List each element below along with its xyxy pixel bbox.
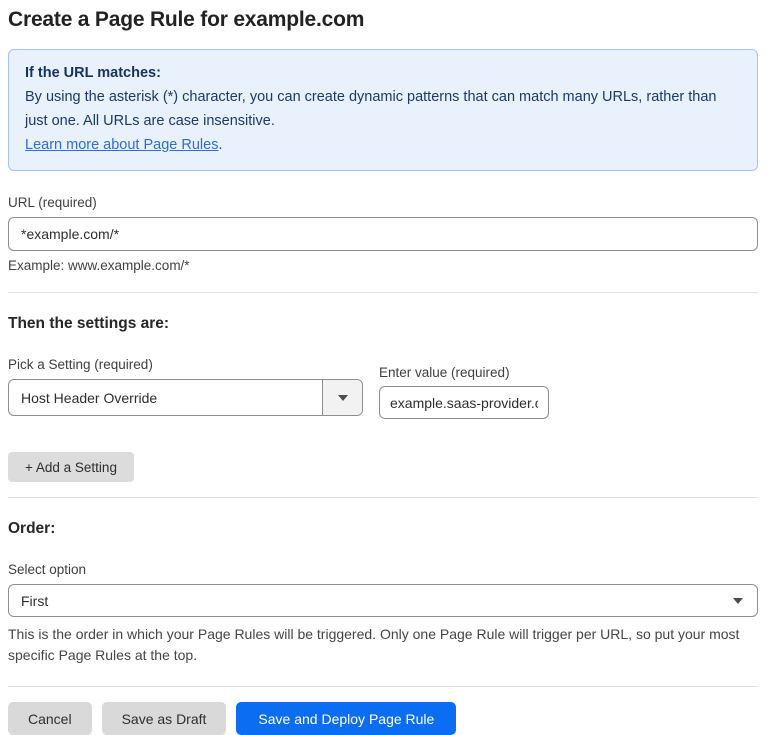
setting-select-arrow-button[interactable]: [322, 380, 362, 415]
page-rule-form: Create a Page Rule for example.com If th…: [0, 0, 768, 735]
info-box-body: By using the asterisk (*) character, you…: [25, 89, 717, 129]
pick-setting-column: Pick a Setting (required) Host Header Ov…: [8, 357, 363, 416]
url-helper-text: Example: www.example.com/*: [8, 258, 190, 273]
divider: [8, 686, 758, 687]
order-select-label: Select option: [8, 562, 87, 577]
url-match-info-box: If the URL matches: By using the asteris…: [8, 49, 758, 171]
learn-more-link[interactable]: Learn more about Page Rules: [25, 137, 218, 153]
footer-button-row: Cancel Save as Draft Save and Deploy Pag…: [8, 702, 758, 735]
chevron-down-icon: [733, 597, 743, 604]
divider: [8, 292, 758, 293]
order-select-value: First: [21, 592, 49, 609]
order-helper-text: This is the order in which your Page Rul…: [8, 626, 740, 663]
info-box-heading: If the URL matches:: [25, 65, 161, 81]
url-label: URL (required): [8, 195, 97, 210]
chevron-down-icon: [337, 394, 348, 401]
save-and-deploy-button[interactable]: Save and Deploy Page Rule: [236, 702, 457, 735]
link-suffix: .: [218, 137, 223, 153]
add-setting-button[interactable]: + Add a Setting: [8, 452, 134, 482]
order-section-heading: Order:: [8, 520, 56, 537]
order-select[interactable]: First: [8, 584, 758, 617]
pick-setting-label: Pick a Setting (required): [8, 357, 153, 372]
page-title: Create a Page Rule for example.com: [8, 8, 365, 31]
url-input[interactable]: [8, 217, 758, 251]
cancel-button[interactable]: Cancel: [8, 702, 92, 735]
setting-select-value: Host Header Override: [21, 389, 158, 406]
settings-section-heading: Then the settings are:: [8, 315, 170, 332]
enter-value-label: Enter value (required): [379, 365, 510, 380]
save-as-draft-button[interactable]: Save as Draft: [101, 702, 227, 735]
setting-select[interactable]: Host Header Override: [8, 379, 363, 416]
setting-row: Pick a Setting (required) Host Header Ov…: [8, 357, 758, 419]
info-box-link-line: Learn more about Page Rules.: [25, 133, 741, 157]
enter-value-column: Enter value (required): [379, 365, 549, 419]
divider: [8, 497, 758, 498]
setting-value-input[interactable]: [379, 386, 549, 419]
